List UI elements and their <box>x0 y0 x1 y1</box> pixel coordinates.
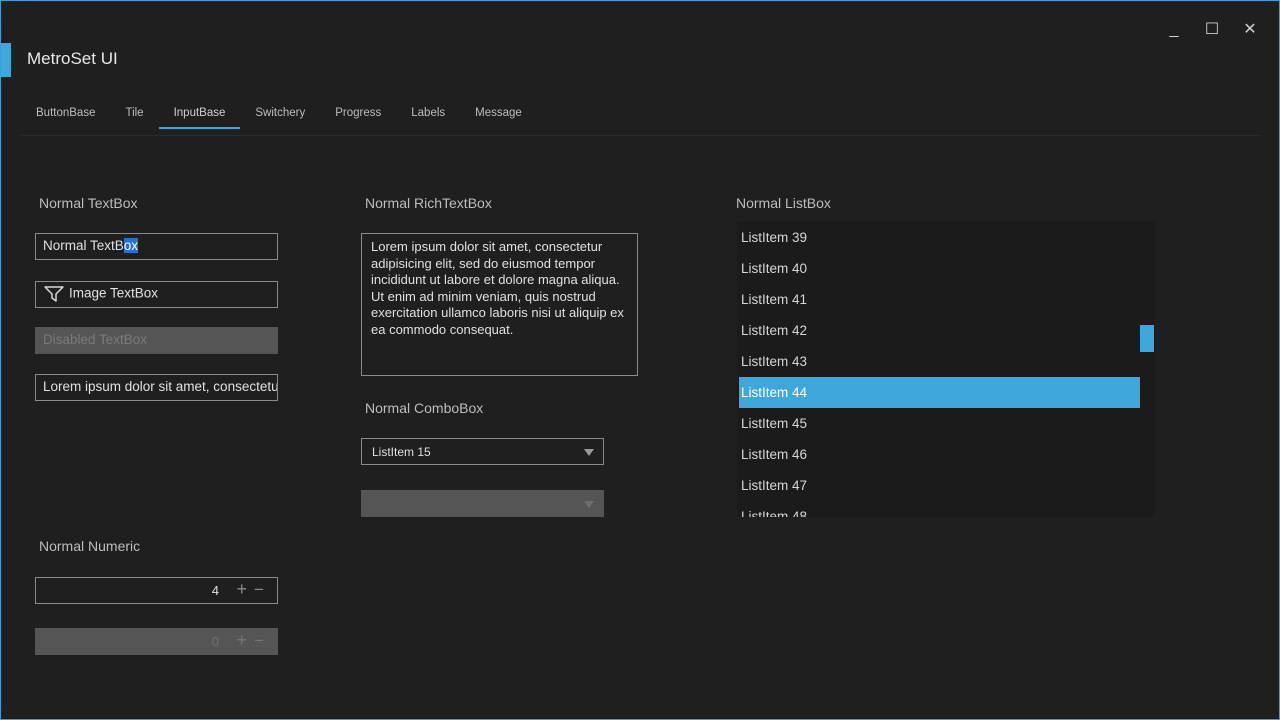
disabled-textbox-text: Disabled TextBox <box>43 332 148 347</box>
tab-tile[interactable]: Tile <box>110 103 158 129</box>
tab-inputbase[interactable]: InputBase <box>158 103 241 129</box>
disabled-increment-button: + <box>236 630 247 650</box>
list-item[interactable]: ListItem 41 <box>739 284 1140 315</box>
maximize-button[interactable]: ☐ <box>1203 19 1221 41</box>
combobox-selected-value: ListItem 15 <box>372 445 431 459</box>
listbox-scrollbar-thumb[interactable] <box>1140 325 1154 352</box>
combobox-section-label: Normal ComboBox <box>365 400 484 416</box>
chevron-down-icon <box>584 501 594 508</box>
window-title: MetroSet UI <box>27 49 118 68</box>
list-item[interactable]: ListItem 39 <box>739 222 1140 253</box>
app-window: MetroSet UI _ ☐ ✕ ButtonBase Tile InputB… <box>0 0 1280 720</box>
normal-textbox-text: Normal TextB <box>43 238 124 253</box>
normal-numeric[interactable]: 4 + − <box>35 577 278 604</box>
rich-textbox[interactable]: Lorem ipsum dolor sit amet, consectetur … <box>361 233 638 376</box>
tab-message[interactable]: Message <box>460 103 537 129</box>
chevron-down-icon <box>584 449 594 456</box>
minimize-button[interactable]: _ <box>1165 19 1183 41</box>
numeric-section-label: Normal Numeric <box>39 538 141 554</box>
listbox-section-label: Normal ListBox <box>736 195 831 211</box>
disabled-combobox <box>361 490 604 517</box>
tab-divider <box>21 135 1261 136</box>
list-item[interactable]: ListItem 46 <box>739 439 1140 470</box>
numeric-value: 4 <box>211 583 219 598</box>
window-controls: _ ☐ ✕ <box>1165 19 1259 41</box>
textbox-section-label: Normal TextBox <box>39 195 138 211</box>
disabled-numeric-value: 0 <box>211 634 219 649</box>
list-item[interactable]: ListItem 40 <box>739 253 1140 284</box>
long-text-textbox[interactable]: Lorem ipsum dolor sit amet, consectetur <box>35 374 278 401</box>
list-item[interactable]: ListItem 42 <box>739 315 1140 346</box>
tab-switchery[interactable]: Switchery <box>240 103 320 129</box>
title-accent-strip <box>1 43 11 77</box>
normal-listbox[interactable]: ListItem 39 ListItem 40 ListItem 41 List… <box>737 221 1155 517</box>
close-button[interactable]: ✕ <box>1241 19 1259 41</box>
tab-buttonbase[interactable]: ButtonBase <box>21 103 110 129</box>
increment-button[interactable]: + <box>236 579 247 600</box>
tab-progress[interactable]: Progress <box>320 103 396 129</box>
tab-bar: ButtonBase Tile InputBase Switchery Prog… <box>21 103 537 129</box>
tab-labels[interactable]: Labels <box>396 103 460 129</box>
normal-combobox[interactable]: ListItem 15 <box>361 438 604 465</box>
list-item[interactable]: ListItem 48 <box>739 501 1140 517</box>
normal-textbox[interactable]: Normal TextBox <box>35 233 278 260</box>
image-textbox[interactable]: Image TextBox <box>35 281 278 308</box>
disabled-numeric: 0 + − <box>35 628 278 655</box>
richtextbox-section-label: Normal RichTextBox <box>365 195 492 211</box>
decrement-button[interactable]: − <box>254 580 264 600</box>
list-item[interactable]: ListItem 43 <box>739 346 1140 377</box>
long-textbox-text: Lorem ipsum dolor sit amet, consectetur <box>43 379 278 394</box>
list-item[interactable]: ListItem 45 <box>739 408 1140 439</box>
normal-textbox-selection: ox <box>123 238 139 253</box>
list-item[interactable]: ListItem 47 <box>739 470 1140 501</box>
disabled-decrement-button: − <box>254 631 264 650</box>
filter-icon <box>44 286 64 302</box>
disabled-textbox: Disabled TextBox <box>35 327 278 354</box>
image-textbox-text: Image TextBox <box>69 285 159 301</box>
list-item-selected[interactable]: ListItem 44 <box>739 377 1140 408</box>
